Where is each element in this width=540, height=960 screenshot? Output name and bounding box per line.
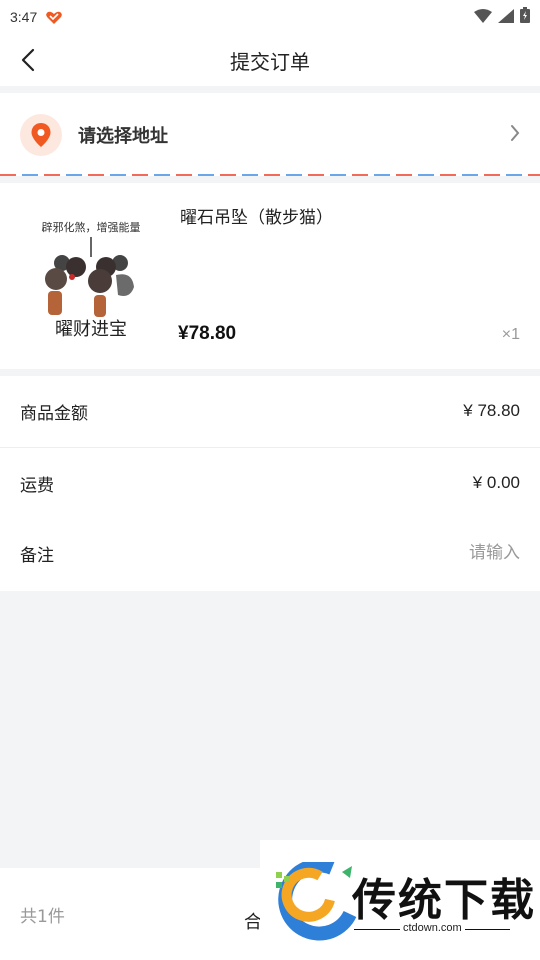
back-arrow-icon [21, 48, 35, 72]
goods-amount-row: 商品金额 ¥ 78.80 [0, 376, 540, 446]
back-button[interactable] [14, 46, 42, 74]
watermark-url: ctdown.com [400, 922, 465, 934]
address-selector[interactable]: 请选择地址 [0, 93, 540, 176]
nav-bar: 提交订单 [0, 34, 540, 86]
shipping-value: ¥ 0.00 [472, 473, 520, 492]
app-notification-icon [45, 10, 63, 24]
status-bar: 3:47 [0, 0, 540, 34]
product-image-caption-bottom: 曜财进宝 [55, 319, 127, 340]
select-address-label: 请选择地址 [78, 125, 168, 147]
product-quantity: ×1 [501, 326, 520, 343]
item-count: 共1件 [20, 906, 65, 927]
page-title: 提交订单 [230, 49, 310, 74]
order-summary: 商品金额 ¥ 78.80 运费 ¥ 0.00 备注 [0, 376, 540, 591]
goods-amount-label: 商品金额 [20, 403, 88, 424]
shipping-row: 运费 ¥ 0.00 [0, 448, 540, 518]
status-time: 3:47 [10, 9, 38, 25]
battery-icon [520, 7, 530, 27]
wifi-icon [474, 8, 492, 27]
goods-amount-value: ¥ 78.80 [463, 401, 520, 420]
signal-icon [498, 8, 514, 27]
remark-label: 备注 [20, 545, 54, 566]
chevron-right-icon [510, 124, 520, 146]
shipping-label: 运费 [20, 475, 54, 496]
product-name: 曜石吊坠（散步猫） [180, 208, 333, 228]
remark-row: 备注 [0, 518, 540, 588]
watermark-logo-icon [276, 862, 357, 941]
product-image[interactable]: 辟邪化煞，增强能量 曜财进宝 [28, 205, 154, 351]
envelope-border [0, 174, 540, 177]
watermark-brand: 传统下载 [352, 875, 536, 926]
product-image-caption-top: 辟邪化煞，增强能量 [42, 220, 141, 234]
remark-input[interactable] [320, 543, 520, 563]
product-card: 辟邪化煞，增强能量 曜财进宝 曜石吊坠（散步猫） ¥78.80 ×1 [0, 183, 540, 369]
product-price: ¥78.80 [178, 323, 237, 344]
location-pin-icon [20, 113, 62, 156]
watermark: 传统下载 ctdown.com [260, 840, 540, 960]
